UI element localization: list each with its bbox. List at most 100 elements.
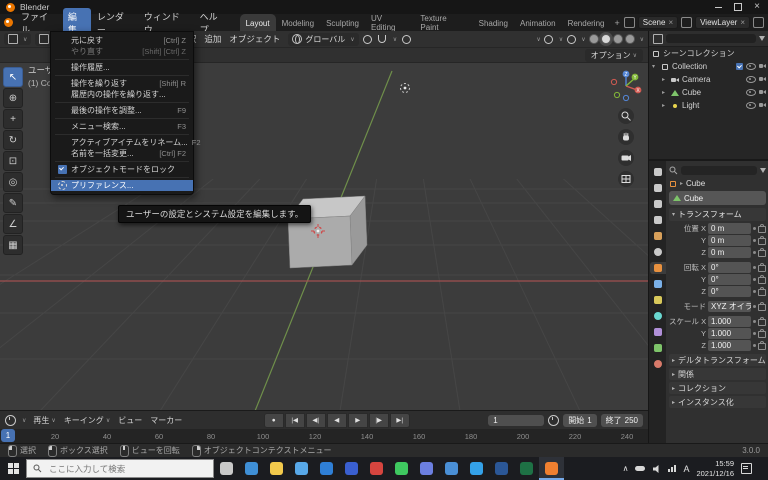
transform-value-field[interactable]: 1.000: [708, 339, 751, 351]
shading-mode-ball[interactable]: [624, 34, 635, 44]
lock-icon[interactable]: [758, 286, 766, 296]
preview-range-icon[interactable]: [548, 414, 560, 426]
zoom-button[interactable]: [618, 108, 634, 124]
taskbar-app-icon[interactable]: [539, 457, 564, 480]
pan-hand-button[interactable]: [618, 129, 634, 145]
expander-icon[interactable]: ▸: [662, 89, 668, 96]
tool-button[interactable]: ∠: [3, 214, 23, 234]
outliner-row[interactable]: ▾ Collection: [649, 60, 768, 73]
start-button[interactable]: [0, 457, 26, 480]
edit-menu-item[interactable]: 操作履歴...: [51, 62, 193, 73]
navigation-gizmo[interactable]: Z X Y: [609, 69, 643, 103]
properties-tab[interactable]: [650, 358, 666, 370]
edit-menu-item[interactable]: [55, 102, 189, 103]
timeline-editor-caret[interactable]: ∨: [22, 417, 26, 424]
collapsed-panel-header[interactable]: ▸ 関係: [669, 368, 766, 380]
filter-icon[interactable]: [759, 36, 765, 41]
edit-menu-item[interactable]: [55, 75, 189, 76]
transport-button[interactable]: ◀: [326, 412, 347, 428]
frame-end-field[interactable]: 終了 250: [600, 413, 643, 427]
shading-dropdown-caret[interactable]: ∨: [640, 36, 644, 43]
lock-icon[interactable]: [758, 223, 766, 233]
proportional-editing-icon[interactable]: [401, 34, 411, 44]
pivot-point-icon[interactable]: [363, 34, 373, 44]
hidden-icons-caret[interactable]: ∧: [623, 464, 629, 473]
frame-start-field[interactable]: 開始 1: [563, 413, 597, 427]
transform-value-field[interactable]: 0°: [708, 261, 751, 273]
tool-button[interactable]: ↻: [3, 130, 23, 150]
edit-menu-item[interactable]: オブジェクトモードをロック: [51, 164, 193, 175]
transport-button[interactable]: ◀|: [305, 412, 326, 428]
taskbar-app-icon[interactable]: [464, 457, 489, 480]
workspace-tab[interactable]: Layout: [239, 14, 276, 31]
outliner-row[interactable]: ▸ Cube: [649, 86, 768, 99]
minimize-button[interactable]: [715, 6, 723, 8]
hide-in-viewport-icon[interactable]: [746, 63, 756, 70]
timeline-menu-item[interactable]: キーイング ∨: [61, 414, 113, 427]
shading-mode-ball[interactable]: [588, 34, 599, 44]
transform-value-field[interactable]: 0°: [708, 273, 751, 285]
timeline-menu-item[interactable]: 再生 ∨: [30, 414, 58, 427]
taskbar-search[interactable]: [26, 459, 214, 478]
exclude-checkbox[interactable]: [736, 63, 743, 70]
expander-icon[interactable]: ▸: [662, 102, 668, 109]
transform-value-field[interactable]: XYZ オイラー角: [708, 300, 751, 312]
timeline-menu-item[interactable]: ビュー∨: [115, 414, 145, 427]
collapsed-panel-header[interactable]: ▸ コレクション: [669, 382, 766, 394]
edit-menu-item[interactable]: 名前を一括変更... [Ctrl] F2: [51, 148, 193, 159]
tool-button[interactable]: ↖: [3, 67, 23, 87]
animate-dot-icon[interactable]: [753, 331, 756, 335]
transform-value-field[interactable]: 0°: [708, 285, 751, 297]
outliner-search-field[interactable]: [666, 34, 756, 43]
taskbar-app-icon[interactable]: [439, 457, 464, 480]
hide-in-viewport-icon[interactable]: [746, 102, 756, 109]
collapsed-panel-header[interactable]: ▸ インスタンス化: [669, 396, 766, 408]
properties-tab[interactable]: [649, 262, 666, 274]
snap-magnet-icon[interactable]: [377, 34, 387, 44]
camera-view-button[interactable]: [618, 150, 634, 166]
transform-value-field[interactable]: 0 m: [708, 222, 751, 234]
taskbar-app-icon[interactable]: [264, 457, 289, 480]
transform-value-field[interactable]: 0 m: [708, 246, 751, 258]
hide-in-viewport-icon[interactable]: [746, 89, 756, 96]
disable-in-render-icon[interactable]: [759, 103, 766, 108]
expander-icon[interactable]: ▸: [662, 76, 668, 83]
edit-menu-item[interactable]: アクティブアイテムをリネーム... F2: [51, 137, 201, 148]
properties-tab[interactable]: [650, 326, 666, 338]
taskbar-app-icon[interactable]: [389, 457, 414, 480]
action-center-icon[interactable]: [741, 463, 752, 474]
viewport-menu-item[interactable]: 追加: [200, 32, 225, 46]
gizmos-dropdown-caret[interactable]: ∨: [559, 36, 563, 43]
transport-button[interactable]: ●: [263, 412, 284, 428]
shading-mode-ball[interactable]: [600, 34, 611, 44]
object-types-visibility-caret[interactable]: ∨: [536, 36, 540, 43]
timeline-ruler[interactable]: 20 40 60 80 100 120 140 160 180 200 220 240 1: [0, 429, 648, 443]
taskbar-app-icon[interactable]: [414, 457, 439, 480]
taskbar-clock[interactable]: 15:59 2021/12/16: [696, 459, 734, 478]
transport-button[interactable]: |◀: [284, 412, 305, 428]
show-gizmos-icon[interactable]: [544, 34, 554, 44]
outliner-row[interactable]: ▸ Camera: [649, 73, 768, 86]
taskbar-app-icon[interactable]: [289, 457, 314, 480]
properties-tab[interactable]: [650, 166, 666, 178]
properties-filter-icon[interactable]: [760, 167, 766, 173]
properties-search-field[interactable]: [681, 165, 757, 175]
properties-tab[interactable]: [650, 230, 666, 242]
properties-tab[interactable]: [650, 342, 666, 354]
animate-dot-icon[interactable]: [753, 250, 756, 254]
collapsed-panel-header[interactable]: ▸ デルタトランスフォーム: [669, 354, 766, 366]
transport-button[interactable]: ▶: [347, 412, 368, 428]
workspace-tab[interactable]: Animation: [514, 14, 562, 31]
edit-menu-item[interactable]: 履歴内の操作を繰り返す...: [51, 89, 193, 100]
add-workspace-button[interactable]: +: [610, 18, 623, 28]
lock-icon[interactable]: [758, 235, 766, 245]
show-overlays-icon[interactable]: [566, 34, 576, 44]
taskbar-app-icon[interactable]: [514, 457, 539, 480]
lock-icon[interactable]: [758, 247, 766, 257]
lock-icon[interactable]: [758, 262, 766, 272]
animate-dot-icon[interactable]: [753, 343, 756, 347]
animate-dot-icon[interactable]: [753, 265, 756, 269]
properties-tab[interactable]: [650, 310, 666, 322]
ime-indicator[interactable]: A: [683, 464, 689, 474]
options-dropdown[interactable]: オプション ∨: [584, 48, 643, 62]
